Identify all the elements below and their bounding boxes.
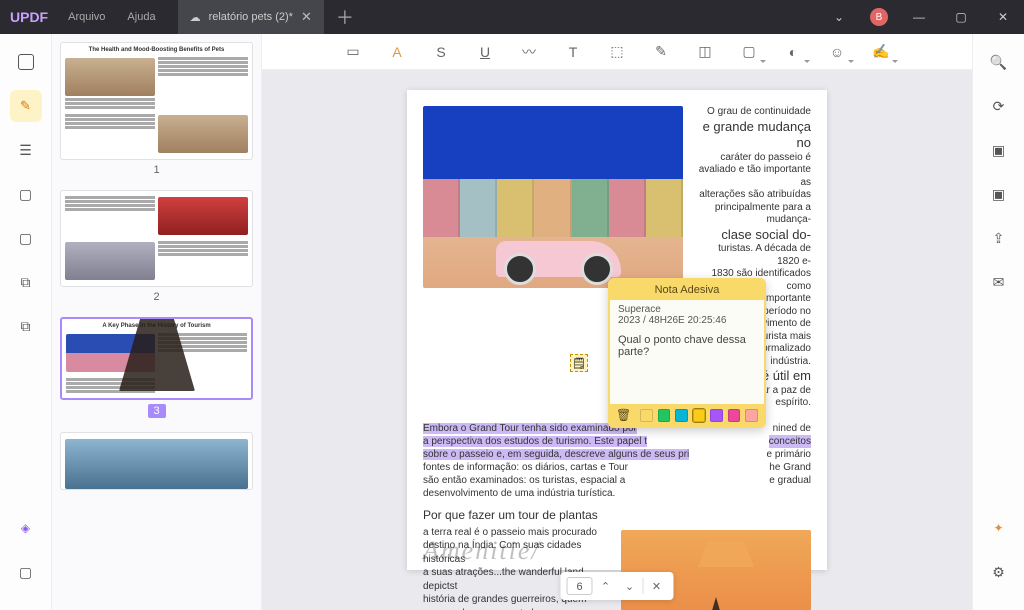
gear-icon bbox=[992, 564, 1005, 581]
thumbnail-page-3[interactable]: A Key Phase in the History of Tourism bbox=[60, 317, 253, 400]
color-swatch[interactable] bbox=[693, 409, 706, 422]
navigator-close-button[interactable]: ✕ bbox=[646, 575, 668, 597]
read-tool-button[interactable] bbox=[10, 222, 42, 254]
form-icon bbox=[19, 186, 32, 203]
page-paragraph-1: Embora o Grand Tour tenha sido examinado… bbox=[423, 422, 811, 500]
color-swatch[interactable] bbox=[675, 409, 688, 422]
thumbnail-panel: The Health and Mood-Boosting Benefits of… bbox=[52, 34, 262, 610]
export-icon bbox=[992, 186, 1005, 203]
thumbnail-number: 3 bbox=[148, 404, 166, 418]
note-anchor-icon[interactable]: 🗒 bbox=[570, 354, 588, 372]
settings-button[interactable] bbox=[983, 556, 1015, 588]
title-bar: UPDF Arquivo Ajuda ☁ relatório pets (2)*… bbox=[0, 0, 1024, 34]
bookmarks-button[interactable] bbox=[10, 556, 42, 588]
thumbnail-page-4[interactable] bbox=[60, 432, 253, 490]
thumbnail-number: 2 bbox=[153, 291, 159, 303]
mail-icon bbox=[993, 274, 1005, 291]
sticky-note-text[interactable]: Qual o ponto chave dessa parte? bbox=[610, 328, 764, 404]
organize-tool-button[interactable] bbox=[10, 266, 42, 298]
chevron-down-icon[interactable]: ⌄ bbox=[818, 0, 860, 34]
tab-label: relatório pets (2)* bbox=[209, 11, 293, 23]
close-button[interactable]: ✕ bbox=[982, 0, 1024, 34]
color-swatch[interactable] bbox=[728, 409, 741, 422]
trash-icon[interactable]: 🗑 bbox=[616, 408, 631, 422]
pencil-tool[interactable]: ✎ bbox=[652, 43, 670, 61]
sticky-note-author: Superace bbox=[618, 304, 756, 315]
document-tab[interactable]: ☁ relatório pets (2)* ✕ bbox=[178, 0, 324, 34]
minimize-button[interactable]: — bbox=[898, 0, 940, 34]
textbox-tool[interactable]: ⬚ bbox=[608, 43, 626, 61]
email-button[interactable] bbox=[983, 266, 1015, 298]
color-swatch[interactable] bbox=[640, 409, 653, 422]
form-tool-button[interactable] bbox=[10, 178, 42, 210]
underline-tool[interactable]: U bbox=[476, 43, 494, 61]
sticky-note-timestamp: 2023 / 48H26E 20:25:46 bbox=[618, 315, 756, 326]
export-button[interactable] bbox=[983, 178, 1015, 210]
properties-button[interactable] bbox=[983, 134, 1015, 166]
page-subheading: Por que fazer um tour de plantas bbox=[423, 508, 811, 522]
ai-button[interactable]: ✦ bbox=[983, 512, 1015, 544]
cloud-icon: ☁ bbox=[190, 11, 201, 24]
layers-button[interactable]: ◈ bbox=[10, 512, 42, 544]
search-icon bbox=[990, 54, 1007, 71]
highlight-tool[interactable]: A bbox=[388, 43, 406, 61]
signature-tool[interactable]: ✍ bbox=[872, 43, 890, 61]
thumbnail-panel-button[interactable] bbox=[10, 46, 42, 78]
page-up-button[interactable]: ⌃ bbox=[595, 575, 617, 597]
thumbnail-page-1[interactable]: The Health and Mood-Boosting Benefits of… bbox=[60, 42, 253, 160]
color-swatch[interactable] bbox=[710, 409, 723, 422]
ocr-icon bbox=[993, 98, 1005, 115]
highlighter-icon bbox=[20, 98, 31, 114]
panel-icon bbox=[18, 54, 34, 70]
watermark-text: Amenitie/ bbox=[423, 536, 541, 566]
sticky-note-footer: 🗑 bbox=[610, 404, 764, 426]
color-swatch[interactable] bbox=[745, 409, 758, 422]
window-controls: ⌄ B — ▢ ✕ bbox=[818, 0, 1024, 34]
highlight-tool-button[interactable] bbox=[10, 90, 42, 122]
sticker-tool[interactable]: ☺ bbox=[828, 43, 846, 61]
menu-file[interactable]: Arquivo bbox=[68, 11, 105, 23]
search-button[interactable] bbox=[983, 46, 1015, 78]
annotate-tool-button[interactable] bbox=[10, 134, 42, 166]
sticky-note-popup[interactable]: Nota Adesiva Superace 2023 / 48H26E 20:2… bbox=[608, 278, 766, 428]
right-tool-rail: ✦ bbox=[972, 34, 1024, 610]
page-number-input[interactable]: 6 bbox=[567, 577, 593, 595]
add-tab-button[interactable]: ＋ bbox=[336, 4, 354, 30]
crop-icon bbox=[21, 318, 31, 335]
shape-tool[interactable]: ▢ bbox=[740, 43, 758, 61]
strikethrough-tool[interactable]: S bbox=[432, 43, 450, 61]
stamp-tool[interactable]: ◐ bbox=[784, 43, 802, 61]
lines-icon bbox=[19, 142, 32, 159]
ocr-button[interactable] bbox=[983, 90, 1015, 122]
color-swatch[interactable] bbox=[658, 409, 671, 422]
app-logo: UPDF bbox=[10, 9, 48, 25]
text-tool[interactable]: T bbox=[564, 43, 582, 61]
share-button[interactable] bbox=[983, 222, 1015, 254]
comment-tool[interactable]: ▭ bbox=[344, 43, 362, 61]
close-icon[interactable]: ✕ bbox=[301, 9, 312, 25]
bookmark-icon bbox=[19, 564, 32, 581]
organize-icon bbox=[21, 274, 31, 291]
read-icon bbox=[19, 230, 32, 247]
page-down-button[interactable]: ⌄ bbox=[619, 575, 641, 597]
thumbnail-title: The Health and Mood-Boosting Benefits of… bbox=[65, 47, 248, 53]
sticky-note-title: Nota Adesiva bbox=[610, 280, 764, 300]
page-image-havana bbox=[423, 106, 683, 288]
menu-help[interactable]: Ajuda bbox=[127, 11, 155, 23]
share-icon bbox=[993, 230, 1005, 247]
doc-icon bbox=[992, 142, 1005, 159]
thumbnail-page-2[interactable] bbox=[60, 190, 253, 287]
maximize-button[interactable]: ▢ bbox=[940, 0, 982, 34]
page-navigator: 6 ⌃ ⌄ ✕ bbox=[561, 572, 674, 600]
eraser-tool[interactable]: ◫ bbox=[696, 43, 714, 61]
squiggly-tool[interactable]: 〰 bbox=[520, 43, 538, 61]
thumbnail-number: 1 bbox=[153, 164, 159, 176]
annotation-toolbar: ▭ A S U 〰 T ⬚ ✎ ◫ ▢ ◐ ☺ ✍ bbox=[262, 34, 972, 70]
crop-tool-button[interactable] bbox=[10, 310, 42, 342]
avatar[interactable]: B bbox=[870, 8, 888, 26]
left-tool-rail: ◈ bbox=[0, 34, 52, 610]
